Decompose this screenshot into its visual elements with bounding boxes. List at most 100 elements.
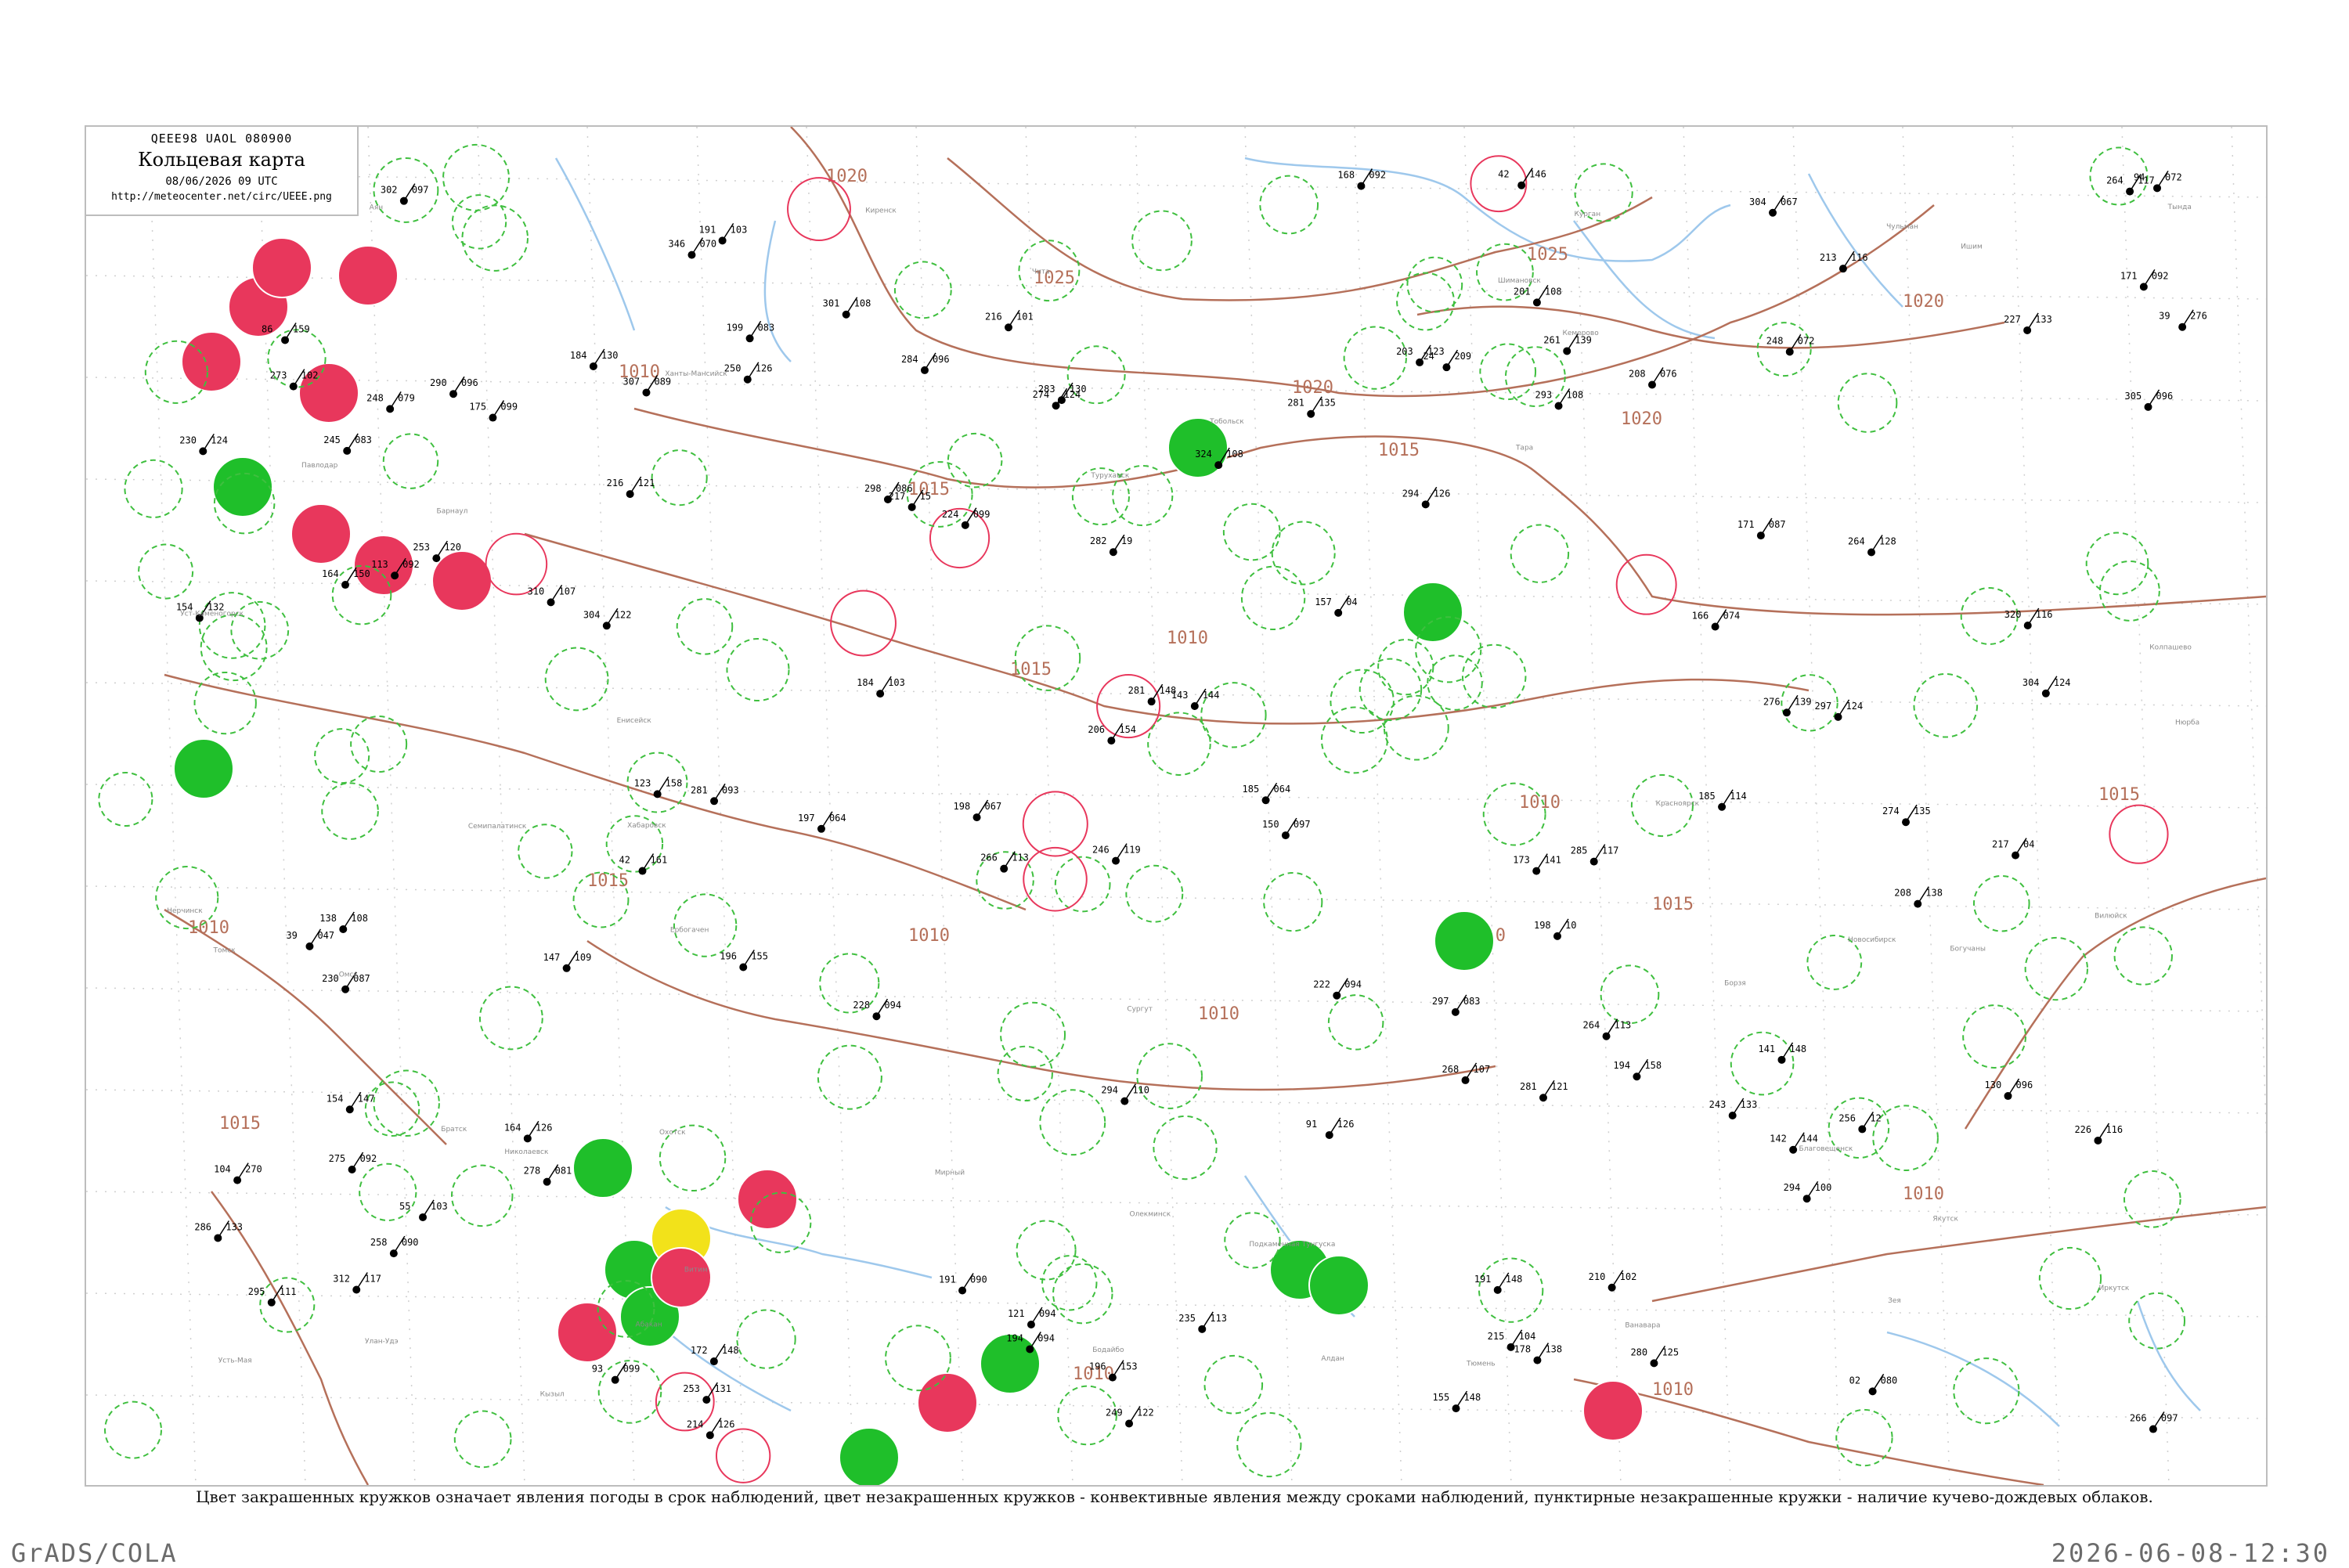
- station-name: Мирный: [935, 1169, 965, 1177]
- station-value: 080: [1881, 1375, 1898, 1386]
- station-cb-ring: [518, 824, 573, 879]
- station-pressure: 227: [2004, 314, 2021, 325]
- river-line: [1572, 220, 1716, 340]
- station-pressure: 121: [1008, 1308, 1025, 1319]
- station-cb-ring: [1510, 524, 1570, 583]
- station-value: 047: [317, 930, 334, 941]
- station-cb-ring: [1153, 1115, 1218, 1181]
- station-pressure: 245: [323, 434, 341, 445]
- station-pressure: 266: [2130, 1413, 2147, 1424]
- station-cb-ring: [321, 782, 379, 840]
- station-pressure: 184: [570, 350, 587, 361]
- station-pressure: 216: [985, 311, 1002, 322]
- station-cb-ring: [373, 1069, 440, 1137]
- station-cb-ring: [350, 716, 408, 773]
- isobar-label: 1020: [826, 167, 868, 186]
- station-value: 101: [1016, 311, 1034, 322]
- station-value: 270: [245, 1164, 262, 1175]
- station-pressure: 253: [413, 542, 430, 553]
- station-value: 155: [751, 950, 768, 961]
- station-name: Колпашево: [2149, 644, 2192, 652]
- station-value: 099: [500, 402, 518, 413]
- station-cb-ring: [1343, 326, 1407, 390]
- isobar-line: [1573, 1378, 2044, 1485]
- station-value: 126: [536, 1122, 553, 1133]
- station-pressure: 91: [1306, 1119, 1317, 1130]
- station-pressure: 264: [1848, 535, 1865, 546]
- station-value: 126: [1434, 488, 1451, 499]
- station-pressure: 278: [524, 1166, 541, 1177]
- station-cb-ring: [1014, 625, 1081, 691]
- station-cb-ring: [1222, 503, 1281, 561]
- station-cb-ring: [1962, 1004, 2027, 1069]
- station-pressure: 224: [942, 509, 959, 520]
- station-pressure: 324: [1195, 449, 1212, 460]
- station-value: 124: [1846, 701, 1864, 712]
- synoptic-map[interactable]: 1020 1025 1025 1020 1020 1020 1010 1015 1015 1010…: [85, 125, 2268, 1487]
- station-name: Нерчинск: [167, 907, 203, 915]
- station-weather-circle: [173, 738, 234, 799]
- station-name: Абакан: [636, 1321, 662, 1329]
- station-name: Благовещенск: [1799, 1145, 1853, 1153]
- station-pressure: 210: [1589, 1271, 1606, 1282]
- station-name: Ербогачен: [670, 926, 709, 934]
- station-value: 126: [756, 363, 773, 374]
- station-pressure: 294: [1784, 1182, 1801, 1193]
- station-cb-ring: [1482, 782, 1546, 846]
- station-cb-ring: [1835, 1408, 1893, 1467]
- station-cb-ring: [1320, 706, 1388, 774]
- station-name: Бодайбо: [1092, 1346, 1124, 1354]
- station-value: 148: [1464, 1392, 1481, 1403]
- grid-line: [86, 987, 2266, 1012]
- station-value: 074: [1723, 611, 1741, 622]
- station-value: 096: [2016, 1080, 2033, 1090]
- station-value: 126: [1337, 1119, 1355, 1130]
- station-cb-ring: [2109, 804, 2169, 864]
- station-pressure: 191: [699, 224, 716, 235]
- station-name: Нюрба: [2175, 719, 2199, 726]
- station-value: 153: [1120, 1361, 1138, 1372]
- station-cb-ring: [947, 432, 1003, 488]
- station-weather-circle: [651, 1247, 712, 1308]
- station-pressure: 222: [1313, 979, 1330, 990]
- station-value: 097: [412, 185, 429, 196]
- station-value: 209: [1454, 351, 1471, 362]
- station-value: 04: [1346, 597, 1357, 607]
- station-value: 148: [1789, 1044, 1806, 1054]
- station-pressure: 157: [1315, 597, 1332, 607]
- station-value: 117: [1602, 845, 1619, 856]
- station-value: 144: [1801, 1134, 1818, 1144]
- station-value: 111: [280, 1286, 297, 1297]
- station-pressure: 104: [214, 1164, 231, 1175]
- station-name: Семипалатинск: [468, 823, 527, 831]
- map-caption: Цвет закрашенных кружков означает явлени…: [196, 1487, 2153, 1506]
- station-value: 090: [970, 1274, 987, 1285]
- station-cb-ring: [1016, 1220, 1077, 1281]
- station-value: 133: [1741, 1099, 1758, 1110]
- station-pressure: 274: [1882, 806, 1900, 816]
- station-name: Курган: [1575, 211, 1601, 218]
- station-cb-ring: [997, 1045, 1053, 1102]
- station-pressure: 02: [1849, 1375, 1860, 1386]
- station-weather-circle: [212, 456, 273, 517]
- grid-line: [806, 127, 854, 1485]
- station-value: 083: [1463, 996, 1481, 1007]
- software-credit: GrADS/COLA: [11, 1538, 178, 1568]
- isobar-line: [1416, 305, 2005, 349]
- station-value: 117: [364, 1274, 381, 1285]
- station-pressure: 282: [1090, 535, 1107, 546]
- station-dot: [907, 503, 916, 511]
- station-value: 103: [731, 224, 748, 235]
- station-cb-ring: [1125, 864, 1184, 923]
- map-url[interactable]: http://meteocenter.net/circ/UEEE.png: [86, 191, 357, 203]
- station-cb-ring: [1263, 871, 1323, 932]
- station-cb-ring: [1259, 175, 1319, 235]
- station-dot: [2012, 851, 2020, 860]
- station-pressure: 166: [1692, 611, 1709, 622]
- station-value: 150: [353, 568, 370, 579]
- river-line: [763, 220, 792, 362]
- station-name: Николаевск: [504, 1148, 549, 1156]
- map-title: Кольцевая карта: [138, 149, 305, 171]
- station-pressure: 39: [286, 930, 297, 941]
- station-pressure: 164: [504, 1122, 521, 1133]
